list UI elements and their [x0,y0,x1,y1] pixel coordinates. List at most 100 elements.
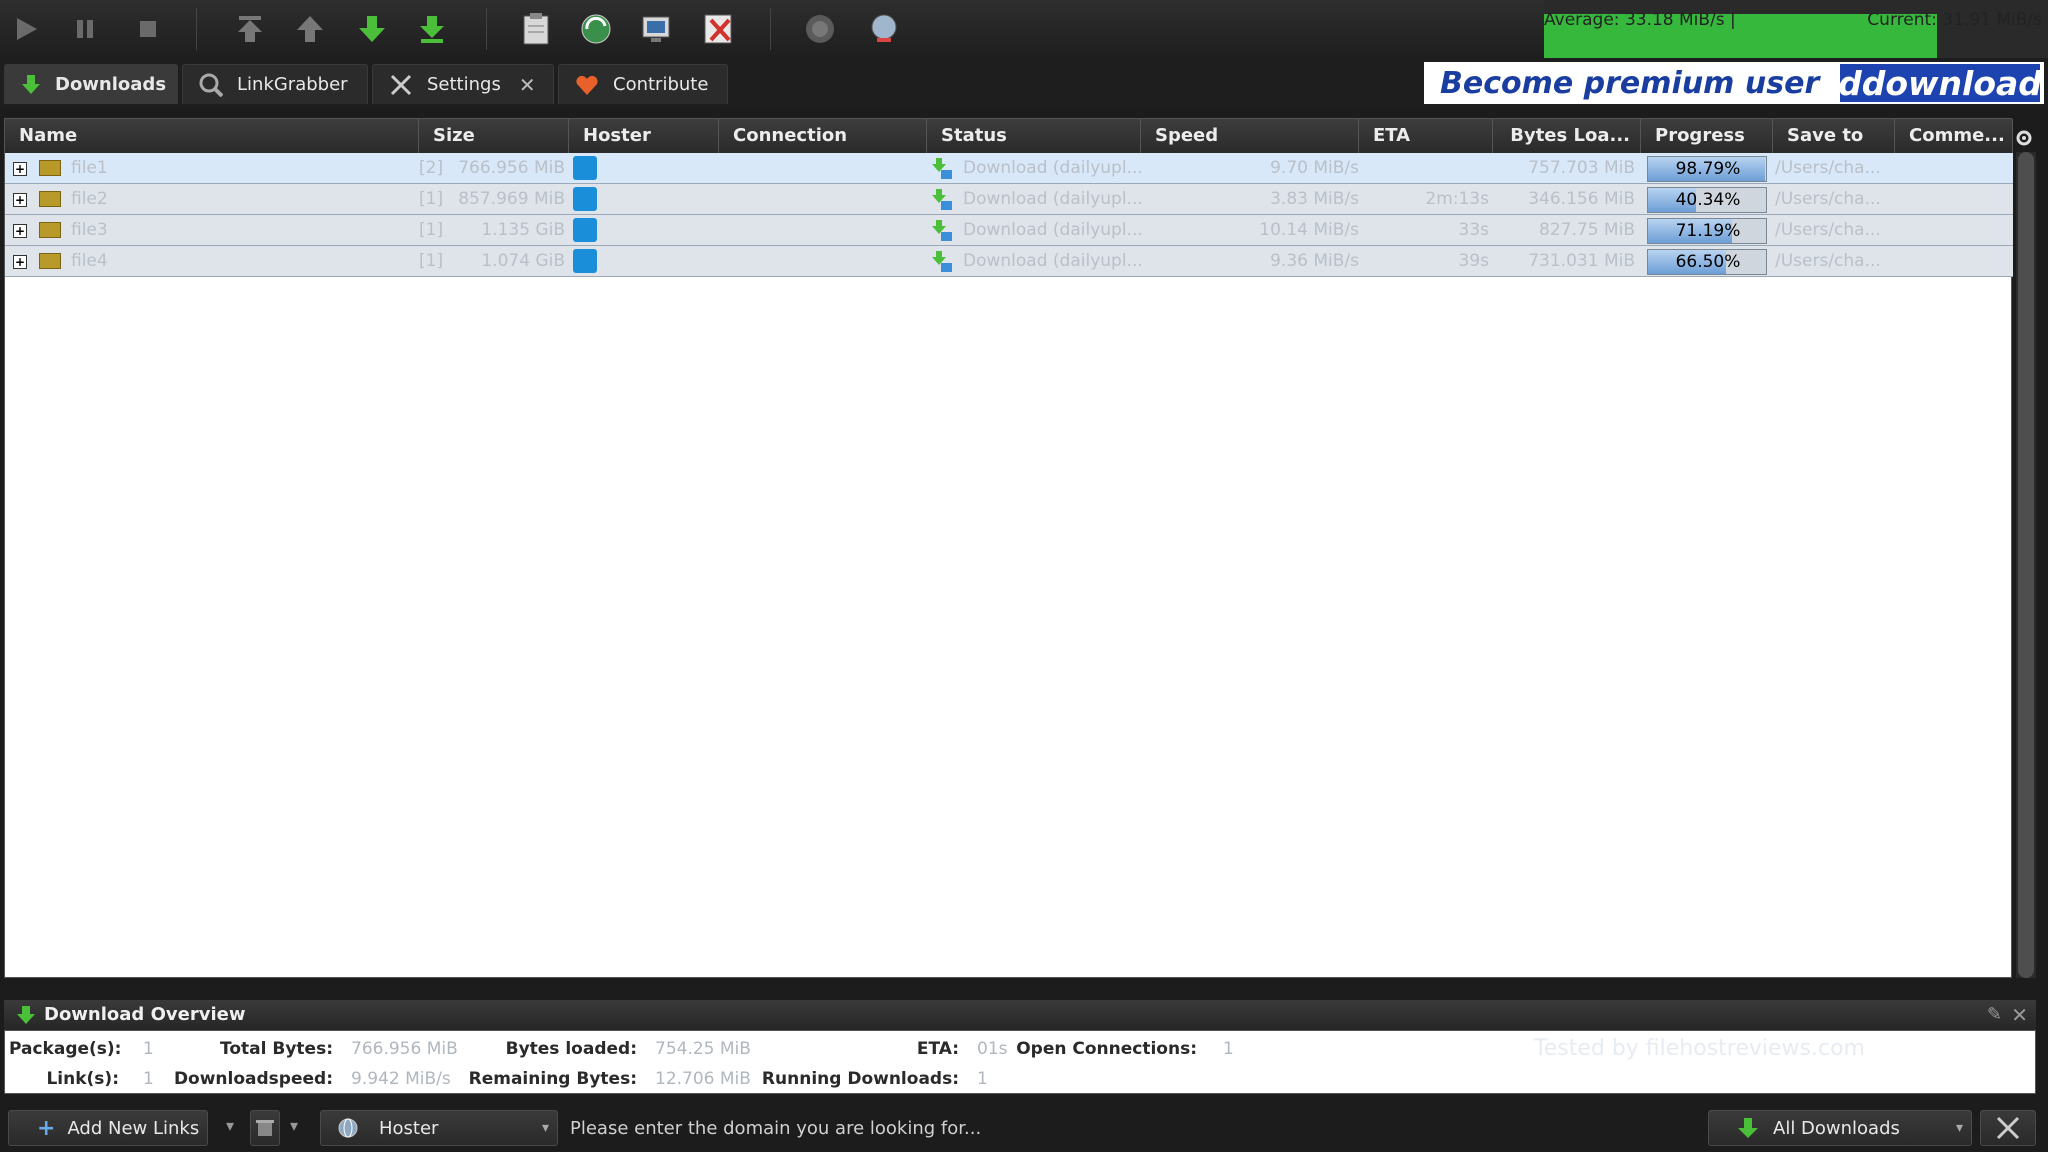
total-bytes-label: Total Bytes: [220,1039,333,1059]
update-icon[interactable] [638,10,674,48]
progress-bar: 40.34% [1647,187,1767,213]
add-links-menu-icon[interactable]: ▾ [226,1116,234,1135]
status-text: Download (dailyupl... [963,220,1143,240]
main-toolbar: Average: 33.18 MiB/s | Current: 31.91 Mi… [0,0,2048,58]
progress-bar: 98.79% [1647,156,1767,182]
packages-value: 1 [143,1039,154,1059]
column-header-progress[interactable]: Progress [1641,119,1773,153]
close-overview-icon[interactable]: ✕ [2011,1003,2028,1027]
scrollbar-thumb[interactable] [2018,152,2034,978]
column-header-connection[interactable]: Connection [719,119,927,153]
plus-icon: + [37,1115,56,1141]
progress-bar: 71.19% [1647,218,1767,244]
column-header-status[interactable]: Status [927,119,1141,153]
packages-label: Package(s): [9,1039,122,1059]
close-tab-icon[interactable]: ✕ [519,73,536,97]
save-to-path: /Users/cha... [1775,189,1881,209]
globe-icon [338,1118,358,1138]
column-settings-icon[interactable] [2012,124,2036,152]
progress-text: 98.79% [1675,159,1741,179]
wrench-icon [389,73,413,97]
file-size: 1.135 GiB [481,220,565,240]
reconnect-icon[interactable] [578,10,614,48]
column-header-comment[interactable]: Comme... [1895,119,2013,153]
column-header-name[interactable]: Name [5,119,419,153]
status-text: Download (dailyupl... [963,189,1143,209]
add-new-links-label: Add New Links [67,1117,200,1139]
links-label: Link(s): [46,1069,119,1089]
hoster-icon [573,156,597,180]
move-up-icon[interactable] [292,10,328,48]
tab-settings[interactable]: Settings ✕ [372,64,554,104]
linkgrabber-icon [199,73,223,97]
move-to-bottom-icon[interactable] [414,10,450,48]
package-icon [39,222,61,238]
move-to-top-icon[interactable] [232,10,268,48]
expand-icon[interactable]: + [13,224,27,238]
bottom-bar: + Add New Links ▾ ▾ Hoster ▾ All Downloa… [0,1104,2048,1152]
bytes-loaded-value: 754.25 MiB [655,1039,751,1059]
hoster-search-selector[interactable]: Hoster ▾ [320,1110,558,1146]
play-icon[interactable] [8,10,44,48]
speed-meter-icon[interactable] [866,10,902,48]
status-text: Download (dailyupl... [963,158,1143,178]
all-downloads-selector[interactable]: All Downloads ▾ [1708,1110,1972,1146]
column-header-hoster[interactable]: Hoster [569,119,719,153]
move-down-icon[interactable] [354,10,390,48]
overview-settings-icon[interactable]: ✎ [1987,1004,2002,1025]
column-header-speed[interactable]: Speed [1141,119,1359,153]
column-header-bytes-loaded[interactable]: Bytes Loa... [1493,119,1641,153]
clear-button[interactable] [250,1110,280,1146]
table-row[interactable]: + file1 [2] 766.956 MiB Download (dailyu… [5,153,2013,184]
expand-icon[interactable]: + [13,162,27,176]
clear-menu-icon[interactable]: ▾ [290,1116,298,1135]
tab-downloads[interactable]: Downloads [4,64,178,104]
premium-banner[interactable]: Become premium user ddownload [1424,62,2044,104]
tab-label: Downloads [55,74,167,95]
download-arrow-icon [21,74,41,96]
tab-linkgrabber[interactable]: LinkGrabber [182,64,368,104]
pause-icon[interactable] [68,10,104,48]
bytes-loaded-value: 827.75 MiB [1539,220,1635,240]
speed-value: 9.36 MiB/s [1270,251,1359,271]
expand-icon[interactable]: + [13,193,27,207]
column-header-save-to[interactable]: Save to [1773,119,1895,153]
tab-label: LinkGrabber [237,74,348,95]
stop-icon[interactable] [130,10,166,48]
search-input[interactable] [560,1110,1694,1146]
table-row[interactable]: + file2 [1] 857.969 MiB Download (dailyu… [5,184,2013,215]
running-downloads-value: 1 [977,1069,988,1089]
bytes-loaded-label: Bytes loaded: [505,1039,637,1059]
package-icon [39,191,61,207]
file-name: file1 [71,158,108,178]
speed-value: 9.70 MiB/s [1270,158,1359,178]
file-size: 1.074 GiB [481,251,565,271]
clipboard-icon[interactable] [518,10,554,48]
links-value: 1 [143,1069,154,1089]
save-to-path: /Users/cha... [1775,251,1881,271]
watermark-text: Tested by filehostreviews.com [1534,1036,1865,1061]
progress-text: 40.34% [1675,190,1741,210]
tab-label: Contribute [613,74,709,95]
eta-value [1359,153,1489,184]
package-icon [39,253,61,269]
expand-icon[interactable]: + [13,255,27,269]
clear-list-icon[interactable] [700,10,736,48]
add-new-links-button[interactable]: + Add New Links [8,1110,208,1146]
ddownload-logo: ddownload [1838,63,2042,103]
all-downloads-label: All Downloads [1773,1117,1900,1139]
table-row[interactable]: + file4 [1] 1.074 GiB Download (dailyupl… [5,246,2013,277]
vertical-scrollbar[interactable] [2016,152,2036,978]
view-settings-button[interactable] [1980,1110,2036,1146]
column-header-size[interactable]: Size [419,119,569,153]
hoster-icon [573,249,597,273]
eta-label: ETA: [916,1039,959,1059]
download-arrow-icon [17,1006,35,1024]
download-status-icon [932,220,952,241]
table-row[interactable]: + file3 [1] 1.135 GiB Download (dailyupl… [5,215,2013,246]
tab-contribute[interactable]: Contribute [558,64,728,104]
tab-label: Settings [427,74,501,95]
column-header-eta[interactable]: ETA [1359,119,1493,153]
premium-toggle-icon[interactable] [802,10,838,48]
hoster-icon [573,218,597,242]
